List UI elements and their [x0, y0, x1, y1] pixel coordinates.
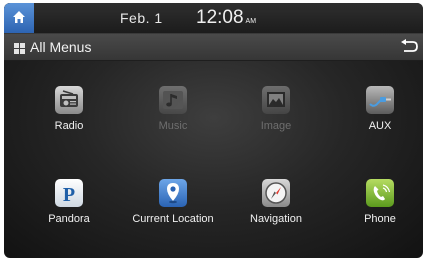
date-display: Feb. 1: [120, 10, 163, 26]
infotainment-screen: Feb. 1 12:08 AM All Menus Radio Music Im…: [4, 3, 423, 258]
home-button[interactable]: [4, 3, 34, 33]
menu-item-radio[interactable]: Radio: [17, 86, 121, 166]
time-text: 12:08: [196, 7, 244, 28]
menu-item-current-location[interactable]: Current Location: [121, 179, 225, 258]
menu-item-label: AUX: [368, 120, 392, 132]
menu-item-label: Phone: [364, 213, 396, 225]
aux-cable-icon: [366, 86, 394, 114]
clock-display: 12:08 AM: [196, 3, 256, 33]
home-icon: [13, 11, 25, 23]
all-menus-grid-icon: [14, 43, 25, 54]
radio-icon: [55, 86, 83, 114]
menu-item-aux[interactable]: AUX: [328, 86, 423, 166]
music-icon: [159, 86, 187, 114]
phone-icon: [366, 179, 394, 207]
menu-item-navigation[interactable]: Navigation: [224, 179, 328, 258]
page-title: All Menus: [30, 39, 92, 55]
image-icon: [262, 86, 290, 114]
title-bar: All Menus: [4, 34, 423, 61]
compass-icon: [262, 179, 290, 207]
menu-item-music[interactable]: Music: [121, 86, 225, 166]
svg-text:P: P: [63, 184, 75, 206]
menu-item-phone[interactable]: Phone: [328, 179, 423, 258]
menu-item-pandora[interactable]: P Pandora: [17, 179, 121, 258]
status-bar: Feb. 1 12:08 AM: [4, 3, 423, 34]
ampm-indicator: AM: [245, 18, 257, 25]
location-pin-icon: [159, 179, 187, 207]
back-button[interactable]: [399, 39, 419, 55]
pandora-icon: P: [55, 179, 83, 207]
back-arrow-icon: [401, 39, 418, 52]
menu-item-image[interactable]: Image: [224, 86, 328, 166]
